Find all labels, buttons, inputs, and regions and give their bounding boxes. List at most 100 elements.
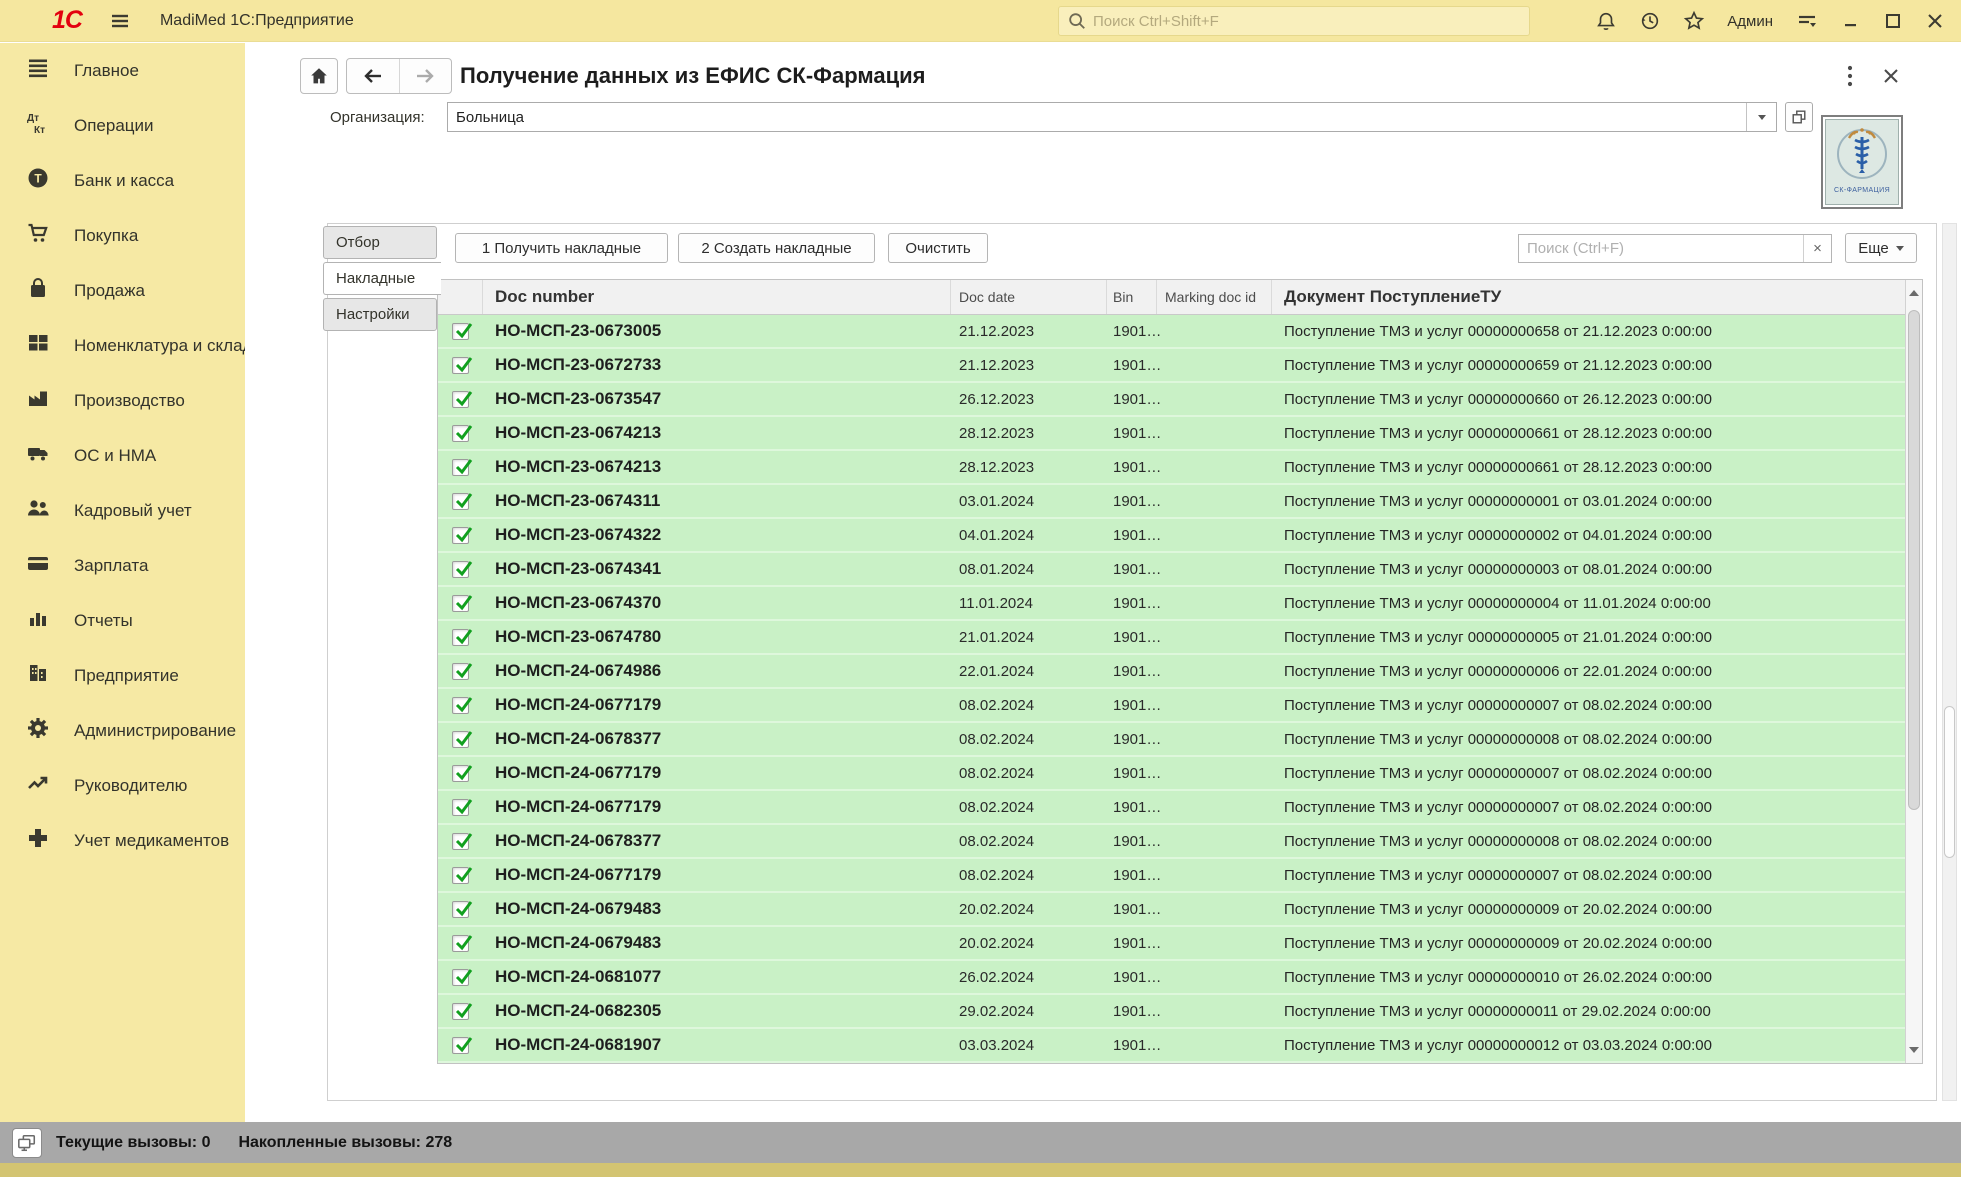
sidebar-item-pokupka[interactable]: Покупка xyxy=(0,208,245,263)
sidebar-item-kadry[interactable]: Кадровый учет xyxy=(0,483,245,538)
sidebar-item-nomenklatura[interactable]: Номенклатура и склад xyxy=(0,318,245,373)
current-user[interactable]: Админ xyxy=(1727,13,1773,30)
user-menu-icon[interactable] xyxy=(1795,9,1819,33)
table-row[interactable]: НО-МСП-24-0678377 08.02.2024 1901… Посту… xyxy=(438,723,1905,757)
row-checkbox[interactable] xyxy=(452,425,469,442)
table-scrollbar[interactable] xyxy=(1905,280,1922,1063)
more-options-icon[interactable] xyxy=(1837,61,1863,91)
table-row[interactable]: НО-МСП-23-0674322 04.01.2024 1901… Посту… xyxy=(438,519,1905,553)
row-checkbox[interactable] xyxy=(452,765,469,782)
row-checkbox[interactable] xyxy=(452,663,469,680)
row-checkbox[interactable] xyxy=(452,969,469,986)
row-checkbox[interactable] xyxy=(452,935,469,952)
organization-dropdown-icon[interactable] xyxy=(1746,103,1776,131)
scrollbar-thumb[interactable] xyxy=(1908,310,1920,810)
back-button[interactable] xyxy=(347,59,400,93)
row-checkbox[interactable] xyxy=(452,527,469,544)
row-checkbox[interactable] xyxy=(452,867,469,884)
table-row[interactable]: НО-МСП-23-0674213 28.12.2023 1901… Посту… xyxy=(438,451,1905,485)
table-row[interactable]: НО-МСП-24-0679483 20.02.2024 1901… Посту… xyxy=(438,927,1905,961)
column-header-marking-doc-id[interactable]: Marking doc id xyxy=(1157,280,1272,314)
favorites-star-icon[interactable] xyxy=(1683,10,1705,32)
table-row[interactable]: НО-МСП-23-0674370 11.01.2024 1901… Посту… xyxy=(438,587,1905,621)
sidebar-item-predpriyatie[interactable]: Предприятие xyxy=(0,648,245,703)
table-search-input[interactable] xyxy=(1519,235,1803,262)
table-row[interactable]: НО-МСП-23-0674780 21.01.2024 1901… Посту… xyxy=(438,621,1905,655)
row-checkbox[interactable] xyxy=(452,799,469,816)
table-row[interactable]: НО-МСП-23-0674311 03.01.2024 1901… Посту… xyxy=(438,485,1905,519)
table-row[interactable]: НО-МСП-24-0681077 26.02.2024 1901… Посту… xyxy=(438,961,1905,995)
row-checkbox[interactable] xyxy=(452,323,469,340)
sidebar-item-os-nma[interactable]: ОС и НМА xyxy=(0,428,245,483)
form-scrollbar[interactable] xyxy=(1942,223,1957,1101)
table-row[interactable]: НО-МСП-24-0677179 08.02.2024 1901… Посту… xyxy=(438,689,1905,723)
get-invoices-button[interactable]: 1 Получить накладные xyxy=(455,233,668,263)
create-invoices-button[interactable]: 2 Создать накладные xyxy=(678,233,875,263)
row-checkbox[interactable] xyxy=(452,561,469,578)
row-checkbox[interactable] xyxy=(452,493,469,510)
forward-button[interactable] xyxy=(400,59,452,93)
more-button[interactable]: Еще xyxy=(1845,233,1917,263)
global-search[interactable] xyxy=(1058,6,1530,36)
table-row[interactable]: НО-МСП-23-0674213 28.12.2023 1901… Посту… xyxy=(438,417,1905,451)
table-row[interactable]: НО-МСП-24-0677179 08.02.2024 1901… Посту… xyxy=(438,791,1905,825)
clear-button[interactable]: Очистить xyxy=(888,233,988,263)
history-icon[interactable] xyxy=(1639,10,1661,32)
table-row[interactable]: НО-МСП-24-0681907 03.03.2024 1901… Посту… xyxy=(438,1029,1905,1063)
row-checkbox[interactable] xyxy=(452,1037,469,1054)
row-checkbox[interactable] xyxy=(452,901,469,918)
column-header-document[interactable]: Документ ПоступлениеТУ xyxy=(1272,280,1905,314)
sidebar-item-rukovoditelyu[interactable]: Руководителю xyxy=(0,758,245,813)
organization-input[interactable] xyxy=(448,103,1746,131)
sidebar-item-zarplata[interactable]: Зарплата xyxy=(0,538,245,593)
row-checkbox[interactable] xyxy=(452,391,469,408)
column-header-doc-date[interactable]: Doc date xyxy=(951,280,1107,314)
tab-otbor[interactable]: Отбор xyxy=(323,226,437,259)
sidebar-item-uchet-medikamentov[interactable]: Учет медикаментов xyxy=(0,813,245,868)
organization-open-list-button[interactable] xyxy=(1785,102,1813,132)
table-row[interactable]: НО-МСП-24-0674986 22.01.2024 1901… Посту… xyxy=(438,655,1905,689)
sidebar-item-glavnoe[interactable]: Главное xyxy=(0,43,245,98)
notifications-bell-icon[interactable] xyxy=(1595,10,1617,32)
minimize-icon[interactable] xyxy=(1841,11,1861,31)
column-header-checkbox[interactable] xyxy=(438,280,483,314)
row-checkbox[interactable] xyxy=(452,833,469,850)
row-checkbox[interactable] xyxy=(452,357,469,374)
main-menu-hamburger-icon[interactable] xyxy=(108,9,132,33)
row-checkbox[interactable] xyxy=(452,697,469,714)
table-row[interactable]: НО-МСП-24-0682305 29.02.2024 1901… Посту… xyxy=(438,995,1905,1029)
clear-search-icon[interactable]: × xyxy=(1803,235,1831,262)
column-header-doc-number[interactable]: Doc number xyxy=(483,280,951,314)
table-row[interactable]: НО-МСП-23-0672733 21.12.2023 1901… Посту… xyxy=(438,349,1905,383)
sidebar-item-otchety[interactable]: Отчеты xyxy=(0,593,245,648)
maximize-icon[interactable] xyxy=(1883,11,1903,31)
scroll-up-icon[interactable] xyxy=(1906,280,1922,306)
table-row[interactable]: НО-МСП-24-0677179 08.02.2024 1901… Посту… xyxy=(438,757,1905,791)
row-checkbox[interactable] xyxy=(452,1003,469,1020)
table-row[interactable]: НО-МСП-23-0674341 08.01.2024 1901… Посту… xyxy=(438,553,1905,587)
row-checkbox[interactable] xyxy=(452,459,469,476)
sidebar-item-proizvodstvo[interactable]: Производство xyxy=(0,373,245,428)
row-checkbox[interactable] xyxy=(452,595,469,612)
sidebar-item-administrirovanie[interactable]: Администрирование xyxy=(0,703,245,758)
table-row[interactable]: НО-МСП-24-0679483 20.02.2024 1901… Посту… xyxy=(438,893,1905,927)
table-row[interactable]: НО-МСП-24-0677179 08.02.2024 1901… Посту… xyxy=(438,859,1905,893)
calls-indicator-icon[interactable] xyxy=(12,1128,42,1158)
row-checkbox[interactable] xyxy=(452,629,469,646)
home-button[interactable] xyxy=(300,58,338,94)
row-checkbox[interactable] xyxy=(452,731,469,748)
table-row[interactable]: НО-МСП-23-0673547 26.12.2023 1901… Посту… xyxy=(438,383,1905,417)
close-icon[interactable] xyxy=(1925,11,1945,31)
sidebar-item-bank-kassa[interactable]: Т Банк и касса xyxy=(0,153,245,208)
form-scrollbar-thumb[interactable] xyxy=(1944,706,1955,858)
column-header-bin[interactable]: Bin xyxy=(1107,280,1157,314)
global-search-input[interactable] xyxy=(1093,13,1521,30)
table-row[interactable]: НО-МСП-23-0673005 21.12.2023 1901… Посту… xyxy=(438,315,1905,349)
sidebar-item-operacii[interactable]: ДтКт Операции xyxy=(0,98,245,153)
sidebar-item-prodazha[interactable]: Продажа xyxy=(0,263,245,318)
table-row[interactable]: НО-МСП-24-0678377 08.02.2024 1901… Посту… xyxy=(438,825,1905,859)
tab-nastroyki[interactable]: Настройки xyxy=(323,298,437,331)
scroll-down-icon[interactable] xyxy=(1906,1037,1922,1063)
close-form-icon[interactable] xyxy=(1877,61,1905,91)
tab-nakladnye[interactable]: Накладные xyxy=(323,262,441,295)
